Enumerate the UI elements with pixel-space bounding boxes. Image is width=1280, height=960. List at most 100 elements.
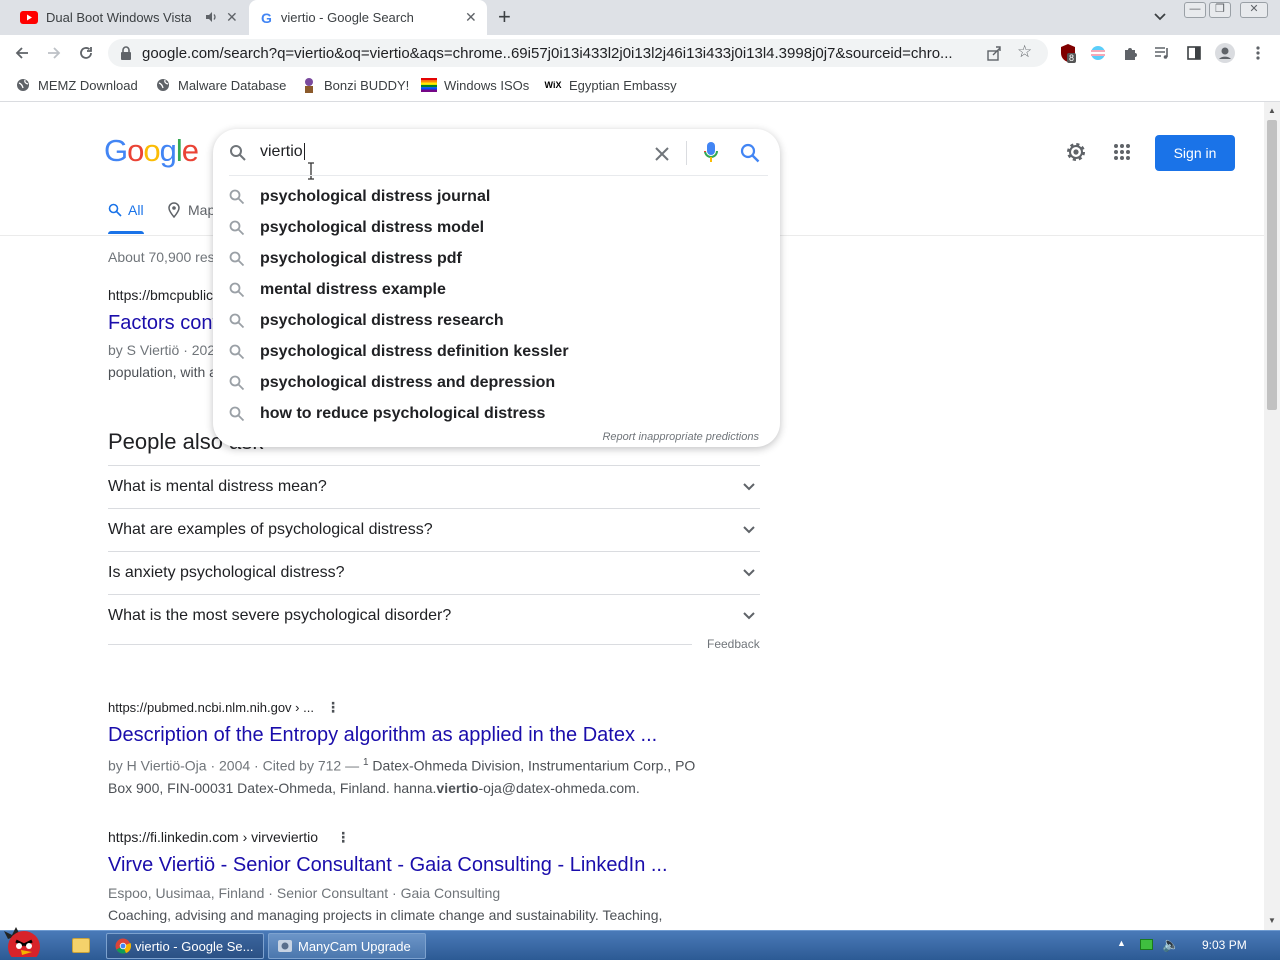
paa-question-text: What are examples of psychological distr… [108, 521, 433, 538]
suggestion-text: how to reduce psychological distress [260, 404, 546, 422]
minimize-icon[interactable]: — [1184, 2, 1206, 18]
result-byline: by H Viertiö-Oja · 2004 · Cited by 712 — [108, 757, 363, 774]
network-tray-icon[interactable] [1140, 939, 1153, 950]
paa-question-text: Is anxiety psychological distress? [108, 564, 345, 581]
microphone-icon[interactable] [704, 142, 718, 164]
apps-grid-icon[interactable] [1113, 143, 1131, 161]
suggestion-text: psychological distress journal [260, 187, 491, 205]
bookmark-label: Egyptian Embassy [569, 77, 677, 93]
paa-question[interactable]: Is anxiety psychological distress? [108, 551, 760, 594]
side-panel-icon[interactable] [1184, 43, 1204, 63]
tray-expand-icon[interactable]: ▲ [1117, 938, 1126, 948]
media-control-icon[interactable] [1152, 43, 1172, 63]
result-byline: by S Viertiö · 2021 [108, 342, 223, 358]
tab-title: Dual Boot Windows Vista [46, 10, 191, 25]
paa-question[interactable]: What is the most severe psychological di… [108, 594, 760, 637]
taskbar-item-chrome[interactable]: viertio - Google Se... [106, 933, 264, 959]
search-icon [229, 313, 245, 329]
share-icon[interactable] [986, 45, 1002, 61]
profile-avatar-icon[interactable] [1215, 43, 1235, 63]
result-title-link[interactable]: Description of the Entropy algorithm as … [108, 724, 657, 747]
search-submit-icon[interactable] [740, 143, 760, 163]
bookmark-label: Bonzi BUDDY! [324, 77, 410, 93]
flag-extension-icon[interactable] [1088, 43, 1108, 63]
sign-in-button[interactable]: Sign in [1155, 135, 1235, 171]
result-snippet-text: population, with a... [108, 364, 229, 380]
feedback-link[interactable]: Feedback [707, 637, 760, 651]
folder-quicklaunch-icon[interactable] [72, 938, 90, 953]
suggestion-item[interactable]: mental distress example [213, 274, 780, 305]
scrollbar-thumb[interactable] [1267, 120, 1277, 410]
lock-icon[interactable] [120, 46, 132, 60]
back-icon[interactable] [10, 41, 34, 65]
search-input[interactable]: viertio [260, 143, 305, 161]
search-icon [229, 344, 245, 360]
suggestion-text: psychological distress and depression [260, 373, 556, 391]
speaker-icon[interactable] [204, 10, 218, 24]
address-bar[interactable]: google.com/search?q=viertio&oq=viertio&a… [108, 39, 1048, 67]
taskbar-clock[interactable]: 9:03 PM [1202, 938, 1247, 952]
bookmark-egyptian-embassy[interactable]: WiX Egyptian Embassy [544, 77, 677, 93]
angry-bird-start-icon[interactable] [2, 925, 50, 957]
scroll-down-arrow-icon[interactable]: ▼ [1268, 916, 1276, 925]
settings-gear-icon[interactable] [1064, 140, 1088, 164]
search-icon [230, 145, 246, 161]
suggestion-item[interactable]: how to reduce psychological distress [213, 398, 780, 429]
suggestion-text: psychological distress research [260, 311, 504, 329]
extension-badge: 8 [1067, 53, 1077, 63]
ublock-extension-icon[interactable]: 8 [1058, 43, 1078, 63]
bookmarks-bar: MEMZ Download Malware Database Bonzi BUD… [0, 71, 1280, 102]
suggestion-item[interactable]: psychological distress definition kessle… [213, 336, 780, 367]
report-predictions-link[interactable]: Report inappropriate predictions [602, 431, 759, 443]
bookmark-malware-database[interactable]: Malware Database [155, 77, 286, 93]
close-tab-icon[interactable]: ✕ [226, 9, 238, 26]
close-window-icon[interactable]: ✕ [1240, 2, 1268, 18]
suggestion-text: psychological distress pdf [260, 249, 462, 267]
result-snippet-line: Box 900, FIN-00031 Datex-Ohmeda, Finland… [108, 779, 437, 796]
search-result: https://pubmed.ncbi.nlm.nih.gov › ... ⋮ D… [108, 699, 728, 796]
chevron-down-icon[interactable] [1152, 8, 1168, 24]
tab-google-search[interactable]: G viertio - Google Search ✕ [249, 0, 487, 35]
result-snippet: Espoo, Uusimaa, Finland · Senior Consult… [108, 882, 728, 926]
bookmark-windows-isos[interactable]: Windows ISOs [421, 77, 529, 93]
suggestion-item[interactable]: psychological distress and depression [213, 367, 780, 398]
search-icon [229, 375, 245, 391]
paa-question-text: What is mental distress mean? [108, 478, 327, 495]
page-scrollbar[interactable]: ▲ ▼ [1264, 102, 1280, 930]
puzzle-extensions-icon[interactable] [1120, 43, 1140, 63]
bookmark-star-icon[interactable]: ☆ [1017, 42, 1032, 62]
taskbar-item-manycam[interactable]: ManyCam Upgrade [268, 933, 426, 959]
more-options-icon[interactable]: ⋮ [336, 829, 350, 846]
forward-icon[interactable] [42, 41, 66, 65]
suggestion-text: psychological distress model [260, 218, 485, 236]
chrome-icon [115, 938, 131, 954]
suggestion-item[interactable]: psychological distress research [213, 305, 780, 336]
bookmark-bonzi-buddy[interactable]: Bonzi BUDDY! [301, 77, 409, 93]
new-tab-icon[interactable]: + [498, 5, 511, 29]
globe-icon [15, 77, 31, 93]
paa-question[interactable]: What is mental distress mean? [108, 465, 760, 508]
clear-icon[interactable] [655, 147, 669, 161]
tab-dual-boot[interactable]: Dual Boot Windows Vista ✕ [8, 0, 248, 35]
suggestion-item[interactable]: psychological distress model [213, 212, 780, 243]
more-options-icon[interactable]: ⋮ [326, 699, 340, 716]
result-snippet-highlight: viertio [436, 779, 479, 796]
scroll-up-arrow-icon[interactable]: ▲ [1268, 106, 1276, 115]
suggestion-item[interactable]: psychological distress pdf [213, 243, 780, 274]
result-cite-text: https://pubmed.ncbi.nlm.nih.gov › ... [108, 700, 314, 715]
reload-icon[interactable] [74, 41, 98, 65]
maximize-icon[interactable]: ❐ [1209, 2, 1231, 18]
manycam-icon [278, 940, 292, 952]
close-tab-icon[interactable]: ✕ [465, 9, 477, 26]
tab-all[interactable]: All [108, 202, 144, 218]
result-snippet-line: Datex-Ohmeda Division, Instrumentarium C… [368, 757, 696, 774]
chrome-menu-icon[interactable] [1248, 43, 1268, 63]
tab-label: All [128, 202, 144, 218]
google-logo[interactable]: Google [104, 133, 199, 169]
volume-tray-icon[interactable]: 🔈 [1162, 936, 1179, 953]
browser-toolbar: google.com/search?q=viertio&oq=viertio&a… [0, 35, 1280, 71]
paa-question[interactable]: What are examples of psychological distr… [108, 508, 760, 551]
bookmark-memz[interactable]: MEMZ Download [15, 77, 138, 93]
result-title-link[interactable]: Virve Viertiö - Senior Consultant - Gaia… [108, 854, 668, 877]
suggestion-item[interactable]: psychological distress journal [213, 181, 780, 212]
